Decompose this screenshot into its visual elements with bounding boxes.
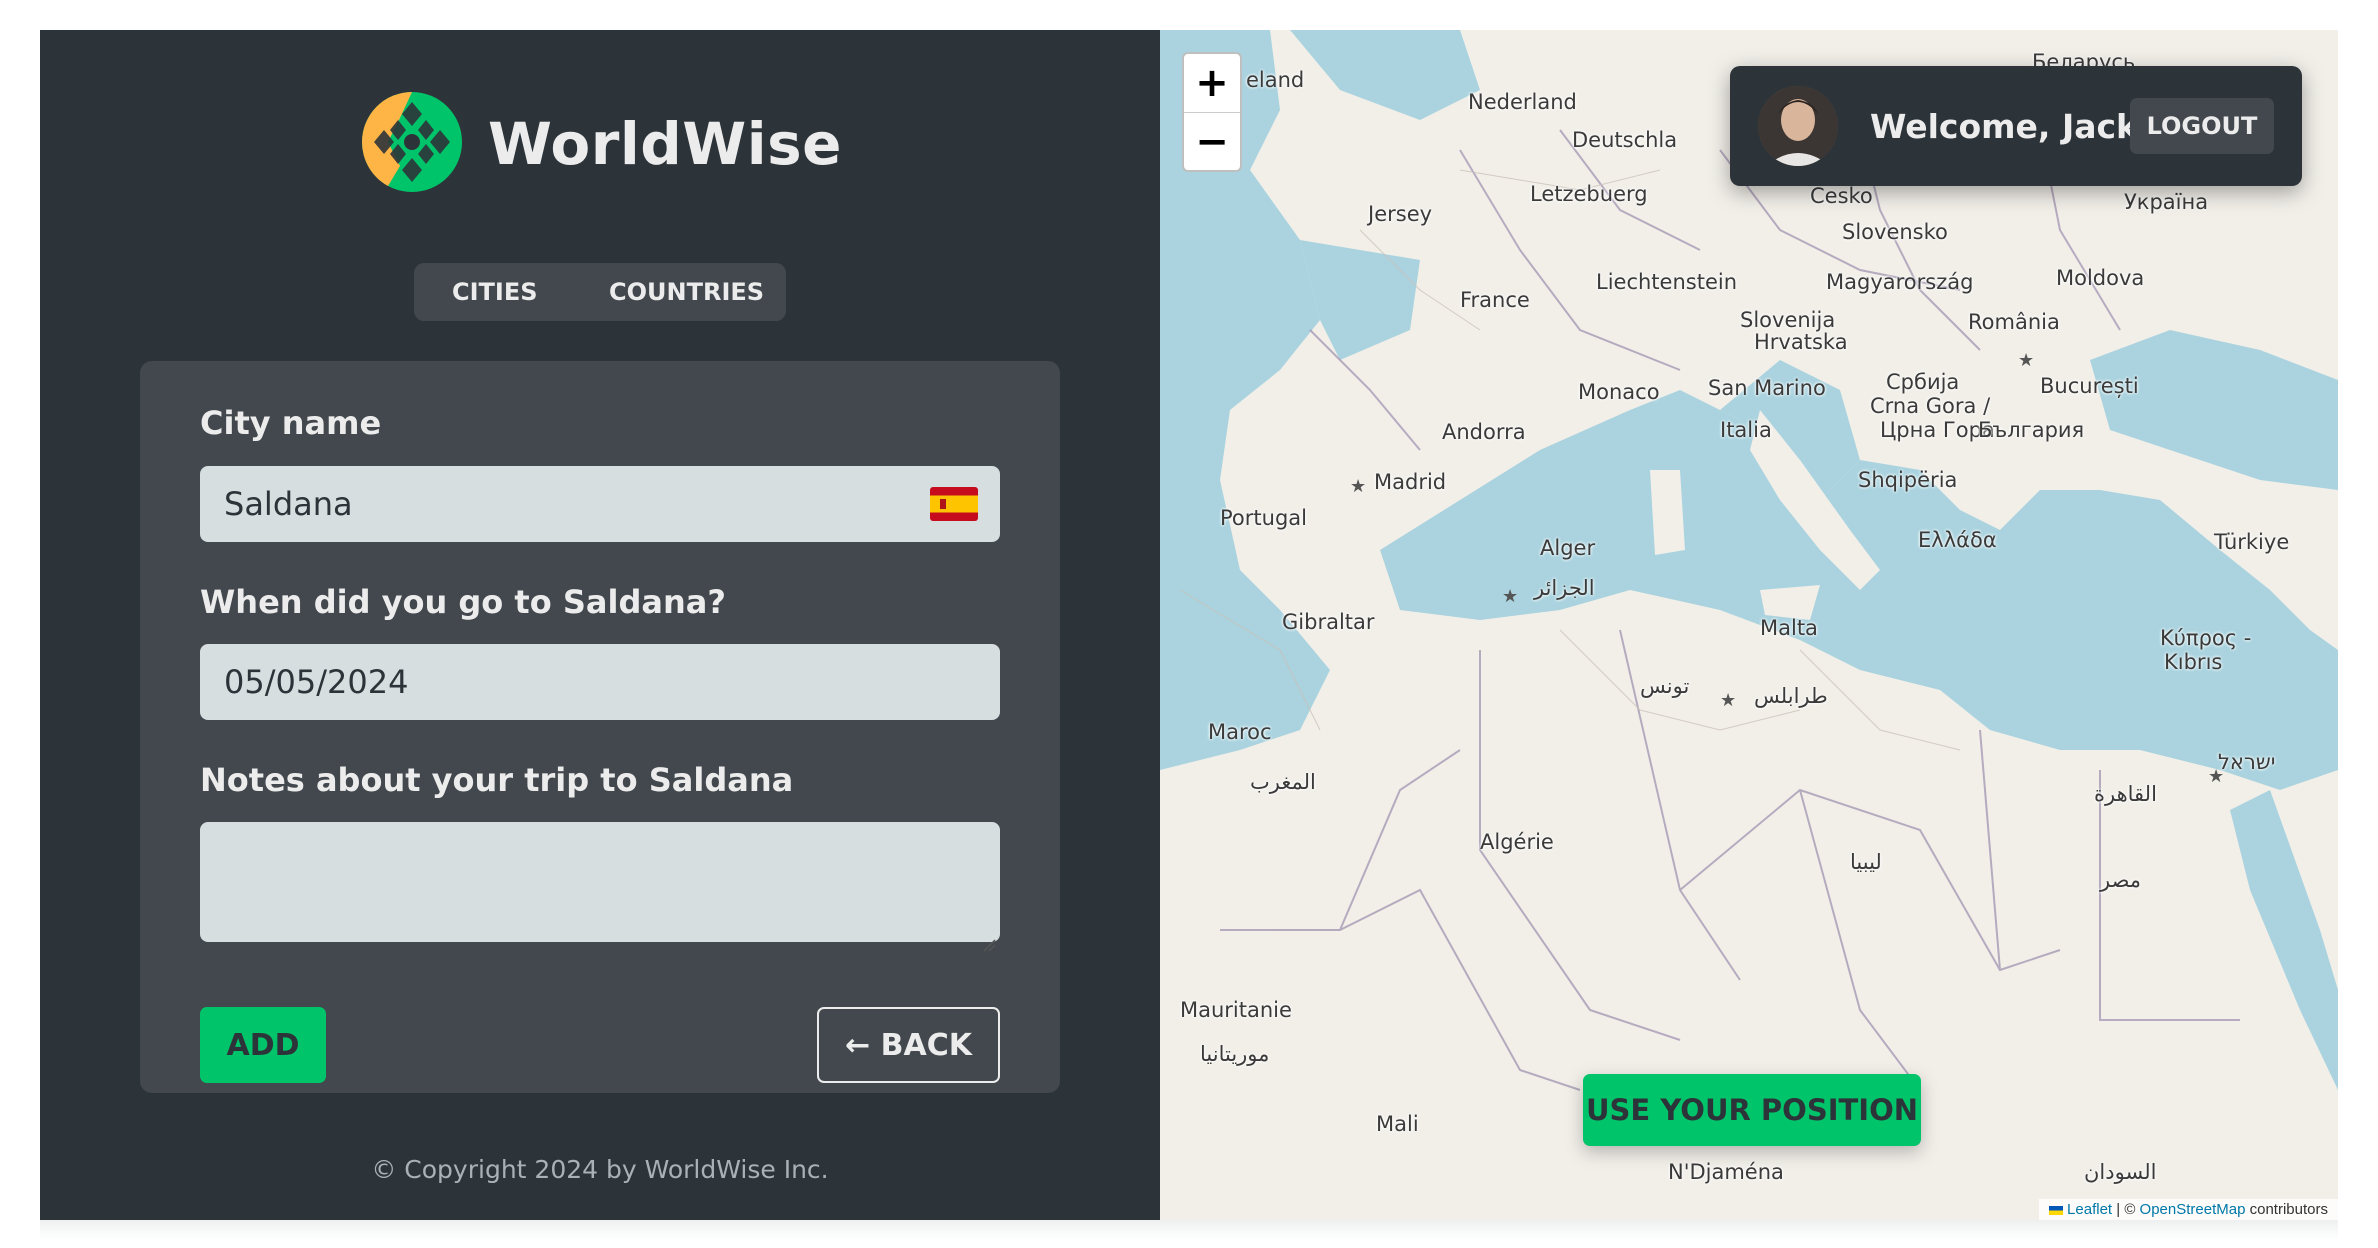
map-label: Jersey [1368,202,1433,226]
map-label: Hrvatska [1754,330,1848,354]
use-position-button[interactable]: USE YOUR POSITION [1583,1074,1921,1146]
map-label: السودان [2084,1160,2157,1184]
welcome-text: Welcome, Jack [1870,106,2138,146]
map-label: Україна [2124,190,2209,214]
city-name-label: City name [200,404,382,442]
user-panel: Welcome, Jack LOGOUT [1730,66,2302,186]
map-label: България [1978,418,2085,442]
map-label: Deutschla [1572,128,1678,152]
map-label: France [1460,288,1530,312]
avatar [1758,86,1838,166]
city-name-input[interactable]: Saldana [200,466,1000,542]
map-label: eland [1246,68,1305,92]
svg-text:★: ★ [1502,586,1518,607]
map-label: Mauritanie [1180,998,1292,1022]
date-value: 05/05/2024 [224,663,409,701]
map-label: الجزائر [1534,576,1595,600]
map-label: Nederland [1468,90,1577,114]
map-label: Monaco [1578,380,1660,404]
map-label: Slovenija [1740,308,1836,332]
tab-cities[interactable]: CITIES [452,278,538,306]
city-name-value: Saldana [224,485,353,523]
map-label: ישראל [2218,750,2276,774]
map-label: Magyarország [1826,270,1974,294]
add-button[interactable]: ADD [200,1007,326,1083]
map-label: România [1968,310,2060,334]
sidebar: WorldWise CITIES COUNTRIES City name Sal… [40,30,1160,1220]
svg-text:★: ★ [1720,690,1736,711]
worldwise-globe-icon [358,88,466,200]
map-label: N'Djaména [1668,1160,1784,1184]
map-label: Κύπρος - [2160,626,2252,650]
map-label: Shqipëria [1858,468,1958,492]
zoom-out-button[interactable]: − [1184,112,1240,170]
map-label: Ελλάδα [1918,528,1997,552]
map-label: Türkiye [2214,530,2290,554]
map-label: Moldova [2056,266,2145,290]
map-label: Algérie [1480,830,1554,854]
date-label: When did you go to Saldana? [200,583,726,621]
map-label: Madrid [1374,470,1447,494]
map-label: ليبيا [1850,850,1882,874]
map-label: Cesko [1810,184,1873,208]
map-label: Alger [1540,536,1596,560]
map-attribution: Leaflet | © OpenStreetMap contributors [2038,1199,2338,1220]
notes-textarea[interactable] [200,822,1000,952]
map-label: Србија [1886,370,1960,394]
zoom-in-button[interactable]: + [1184,54,1240,112]
svg-text:★: ★ [1350,476,1366,497]
resize-handle-icon[interactable] [980,922,996,952]
leaflet-link[interactable]: Leaflet [2067,1201,2112,1218]
map-label: Kıbrıs [2164,650,2223,674]
map-label: Italia [1720,418,1772,442]
map-label: San Marino [1708,376,1826,400]
add-city-form: City name Saldana When did you go to Sal… [140,361,1060,1093]
map-label: Crna Gora / [1870,394,1991,418]
back-button[interactable]: ← BACK [817,1007,1000,1083]
map-label: Letzebuerg [1530,182,1648,206]
attribution-separator: | © [2112,1201,2140,1218]
map-label: Portugal [1220,506,1307,530]
map-label: București [2040,374,2139,398]
attribution-suffix: contributors [2245,1201,2328,1218]
osm-link[interactable]: OpenStreetMap [2140,1201,2246,1218]
map[interactable]: ★ ★ ★ ★ ★ Nederland Deutschla Letzebuerg… [1160,30,2338,1220]
zoom-control: + − [1182,52,1242,172]
ukraine-flag-icon [2048,1205,2063,1215]
map-label: Mali [1376,1112,1419,1136]
copyright: © Copyright 2024 by WorldWise Inc. [371,1155,829,1184]
map-label: طرابلس [1754,684,1828,708]
brand-name: WorldWise [488,110,842,178]
map-label: مصر [2100,868,2142,892]
map-label: Malta [1760,616,1818,640]
tab-countries[interactable]: COUNTRIES [609,278,764,306]
map-label: Slovensko [1842,220,1948,244]
spain-flag-icon [930,487,978,521]
notes-label: Notes about your trip to Saldana [200,761,794,799]
map-label: القاهرة [2094,782,2157,806]
map-label: Gibraltar [1282,610,1375,634]
map-label: Andorra [1442,420,1526,444]
logout-button[interactable]: LOGOUT [2130,98,2274,154]
map-label: Maroc [1208,720,1272,744]
map-label: موريتانيا [1200,1042,1270,1066]
date-input[interactable]: 05/05/2024 [200,644,1000,720]
svg-text:★: ★ [2018,350,2034,371]
map-label: Liechtenstein [1596,270,1738,294]
page-shadow [40,1220,2338,1240]
app-container: WorldWise CITIES COUNTRIES City name Sal… [40,30,2338,1220]
map-label: المغرب [1250,770,1316,794]
tab-bar: CITIES COUNTRIES [414,263,786,321]
logo[interactable]: WorldWise [40,88,1160,200]
map-label: تونس [1640,674,1690,698]
